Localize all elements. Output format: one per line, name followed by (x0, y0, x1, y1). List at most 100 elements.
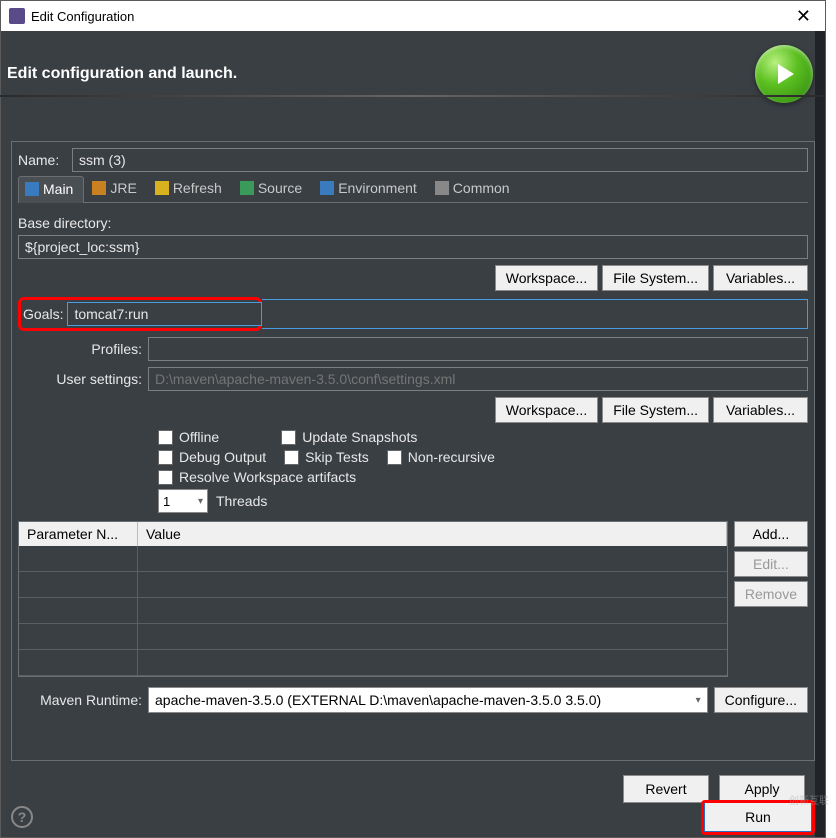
name-input[interactable] (72, 148, 808, 172)
update-snapshots-check[interactable]: Update Snapshots (281, 429, 417, 445)
table-side-buttons: Add... Edit... Remove (734, 521, 808, 677)
goals-label: Goals: (23, 306, 67, 322)
basedir-input[interactable] (18, 235, 808, 259)
table-row[interactable] (19, 598, 727, 624)
configure-button[interactable]: Configure... (714, 687, 808, 713)
params-table-wrap: Parameter N... Value Add... (18, 521, 808, 677)
offline-label: Offline (179, 429, 219, 445)
check-row-1: Offline Update Snapshots (158, 429, 808, 445)
dialog-window: Edit Configuration ✕ Edit configuration … (0, 0, 826, 838)
variables-button[interactable]: Variables... (713, 265, 808, 291)
env-tab-icon (320, 181, 334, 195)
usersettings-label: User settings: (18, 371, 148, 387)
name-label: Name: (18, 152, 72, 168)
debug-output-label: Debug Output (179, 449, 266, 465)
name-row: Name: (18, 148, 808, 172)
tab-common[interactable]: Common (429, 176, 520, 202)
goals-row: Goals: (18, 297, 808, 331)
tab-jre[interactable]: JRE (86, 176, 146, 202)
workspace-button-2[interactable]: Workspace... (495, 397, 598, 423)
tab-source-label: Source (258, 180, 302, 196)
checkbox-icon (158, 430, 173, 445)
usersettings-row: User settings: (18, 367, 808, 391)
usersettings-input[interactable] (148, 367, 808, 391)
tab-common-label: Common (453, 180, 510, 196)
table-row[interactable] (19, 650, 727, 676)
goals-input-ext[interactable] (262, 299, 808, 329)
add-button[interactable]: Add... (734, 521, 808, 547)
bottom-bar: ? Run (1, 797, 825, 837)
table-row[interactable] (19, 572, 727, 598)
filesystem-button-2[interactable]: File System... (602, 397, 709, 423)
check-row-2: Debug Output Skip Tests Non-recursive (158, 449, 808, 465)
table-row[interactable] (19, 546, 727, 572)
usersettings-buttons: Workspace... File System... Variables... (18, 397, 808, 423)
side-strip (815, 31, 825, 837)
tab-main-label: Main (43, 181, 73, 197)
maven-runtime-label: Maven Runtime: (18, 692, 148, 708)
remove-button[interactable]: Remove (734, 581, 808, 607)
basedir-buttons: Workspace... File System... Variables... (18, 265, 808, 291)
filesystem-button[interactable]: File System... (602, 265, 709, 291)
non-recursive-check[interactable]: Non-recursive (387, 449, 495, 465)
resolve-workspace-check[interactable]: Resolve Workspace artifacts (158, 469, 356, 485)
titlebar: Edit Configuration ✕ (1, 1, 825, 31)
help-icon[interactable]: ? (11, 806, 33, 828)
app-icon (9, 8, 25, 24)
window-title: Edit Configuration (31, 9, 134, 24)
skip-tests-label: Skip Tests (305, 449, 369, 465)
goals-input[interactable] (67, 302, 262, 326)
profiles-row: Profiles: (18, 337, 808, 361)
tab-jre-label: JRE (110, 180, 136, 196)
main-tab-icon (25, 182, 39, 196)
basedir-label: Base directory: (18, 215, 808, 231)
maven-runtime-value: apache-maven-3.5.0 (EXTERNAL D:\maven\ap… (155, 692, 601, 708)
profiles-label: Profiles: (18, 341, 148, 357)
workspace-button[interactable]: Workspace... (495, 265, 598, 291)
tab-refresh-label: Refresh (173, 180, 222, 196)
non-recursive-label: Non-recursive (408, 449, 495, 465)
main-tab-content: Base directory: Workspace... File System… (18, 211, 808, 723)
debug-output-check[interactable]: Debug Output (158, 449, 266, 465)
threads-label: Threads (216, 493, 267, 509)
maven-runtime-row: Maven Runtime: apache-maven-3.5.0 (EXTER… (18, 687, 808, 713)
header-title: Edit configuration and launch. (7, 65, 237, 83)
run-highlight: Run (701, 800, 815, 835)
jre-tab-icon (92, 181, 106, 195)
skip-tests-check[interactable]: Skip Tests (284, 449, 369, 465)
run-button[interactable]: Run (704, 803, 812, 832)
col-param[interactable]: Parameter N... (19, 522, 138, 546)
checkbox-icon (387, 450, 402, 465)
refresh-tab-icon (155, 181, 169, 195)
dialog-header: Edit configuration and launch. (1, 31, 825, 133)
checkbox-icon (281, 430, 296, 445)
maven-runtime-select[interactable]: apache-maven-3.5.0 (EXTERNAL D:\maven\ap… (148, 687, 708, 713)
table-header: Parameter N... Value (19, 522, 727, 546)
threads-row: 1 Threads (158, 489, 808, 513)
tab-source[interactable]: Source (234, 176, 312, 202)
variables-button-2[interactable]: Variables... (713, 397, 808, 423)
checkbox-icon (158, 470, 173, 485)
table-row[interactable] (19, 624, 727, 650)
tab-refresh[interactable]: Refresh (149, 176, 232, 202)
resolve-workspace-label: Resolve Workspace artifacts (179, 469, 356, 485)
common-tab-icon (435, 181, 449, 195)
dialog-body: Name: Main JRE Refresh Source Environmen… (1, 133, 825, 811)
checkbox-icon (284, 450, 299, 465)
source-tab-icon (240, 181, 254, 195)
offline-check[interactable]: Offline (158, 429, 219, 445)
edit-button[interactable]: Edit... (734, 551, 808, 577)
tab-main[interactable]: Main (18, 176, 84, 203)
tab-env-label: Environment (338, 180, 417, 196)
threads-spinner[interactable]: 1 (158, 489, 208, 513)
checkbox-icon (158, 450, 173, 465)
goals-highlight: Goals: (18, 297, 262, 331)
params-table: Parameter N... Value (18, 521, 728, 677)
tab-environment[interactable]: Environment (314, 176, 427, 202)
table-body[interactable] (19, 546, 727, 676)
profiles-input[interactable] (148, 337, 808, 361)
close-icon[interactable]: ✕ (790, 6, 817, 27)
col-value[interactable]: Value (138, 522, 727, 546)
divider (0, 95, 825, 97)
threads-value: 1 (163, 494, 170, 509)
